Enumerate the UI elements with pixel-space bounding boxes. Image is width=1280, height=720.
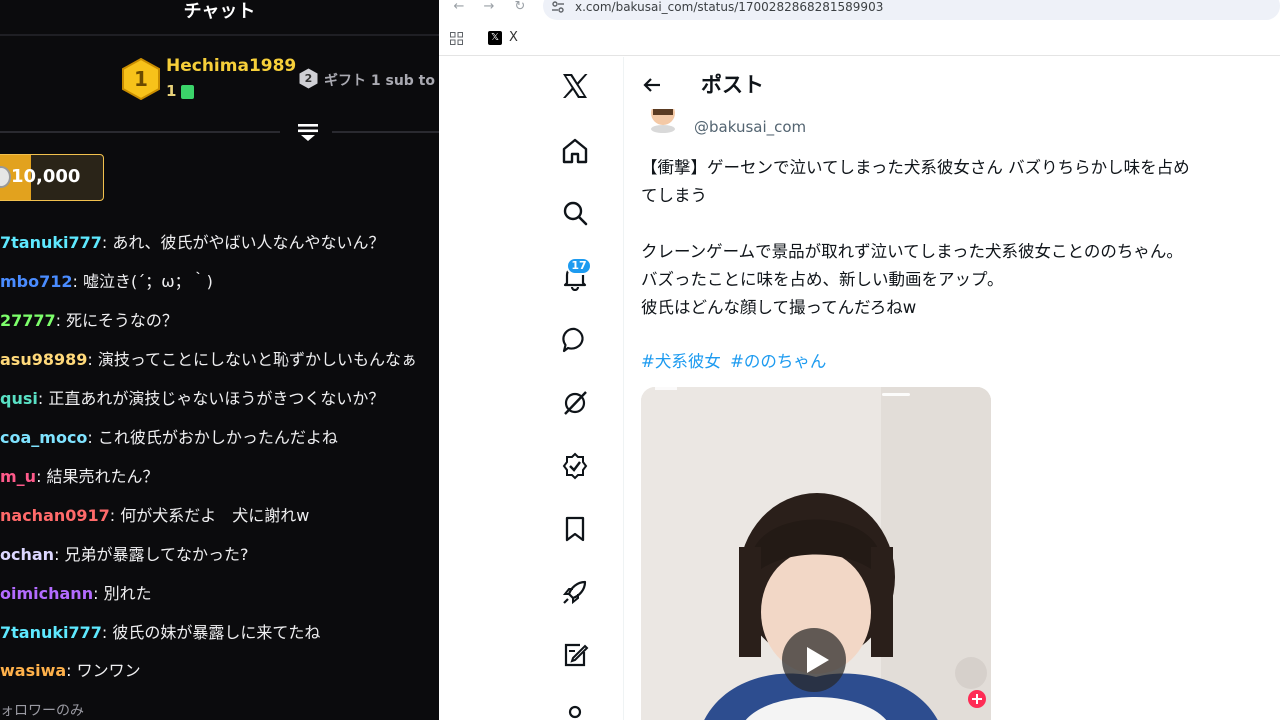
grok-icon[interactable] [560,388,590,418]
home-icon[interactable] [560,136,590,166]
rank-1-number: 1 [134,67,148,91]
chat-message-text: : これ彼氏がおかしかったんだよね [87,428,338,447]
chat-message: coa_moco: これ彼氏がおかしかったんだよね [0,424,338,448]
rank-2-number: 2 [304,72,313,85]
address-bar-row: ← → ↻ x.com/bakusai_com/status/170028286… [439,0,1280,20]
post-body-line: バズったことに味を占め、新しい動画をアップ。 [641,270,1004,289]
chat-message-text: : 結果売れたん？ [36,467,159,486]
pinned-coin-badge[interactable]: 10,000 [0,154,104,201]
site-settings-icon[interactable] [551,0,565,14]
tab-x[interactable]: X [509,30,518,45]
hashtags: #犬系彼女 #ののちゃん [641,348,830,372]
chat-username[interactable]: wasiwa [0,661,66,680]
coin-value: 10,000 [11,166,81,187]
rocket-icon[interactable] [560,577,590,607]
forward-nav-icon[interactable]: → [480,0,498,16]
divider [0,34,439,36]
hashtag-link[interactable]: #ののちゃん [730,352,826,371]
tab-strip: 𝕏 X [439,20,1280,56]
chat-message: 7tanuki777: 彼氏の妹が暴露しに来てたね [0,619,320,643]
chat-message-text: : あれ、彼氏がやばい人なんやないん？ [101,233,385,252]
play-button[interactable] [782,628,846,692]
gift-sub-text: ギフト 1 sub to t [324,73,439,89]
notification-count-badge: 17 [566,257,592,275]
divider [0,131,280,133]
chat-message-text: : ワンワン [66,661,141,680]
apps-grid-icon[interactable] [450,32,463,45]
chat-username[interactable]: m_u [0,467,36,486]
chat-message: 27777: 死にそうなの？ [0,307,178,331]
chat-message-text: : 何が犬系だよ 犬に謝れw [109,506,310,525]
chat-username[interactable]: coa_moco [0,428,87,447]
chat-message-text: : 死にそうなの？ [55,311,178,330]
post-column: ポスト @bakusai_com 【衝撃】ゲーセンで泣いてしまった犬系彼女さん … [625,57,1280,720]
chat-message-text: : 彼氏の妹が暴露しに来てたね [101,623,321,642]
browser-window: ← → ↻ x.com/bakusai_com/status/170028286… [439,0,1280,720]
post-title: 【衝撃】ゲーセンで泣いてしまった犬系彼女さん バズりちらかし味を占め てしまう [641,154,1261,210]
back-nav-icon[interactable]: ← [450,0,468,16]
chat-username[interactable]: mbo712 [0,272,73,291]
compose-icon[interactable] [560,640,590,670]
search-icon[interactable] [560,198,590,228]
followers-only-notice: ォロワーのみ [0,703,84,719]
leader-username[interactable]: Hechima1989 [166,56,296,76]
profile-icon[interactable] [560,702,590,720]
chat-username[interactable]: nachan0917 [0,506,110,525]
x-sidebar: 17 [439,57,624,720]
x-logo-icon[interactable] [560,71,590,101]
gift-icon [181,85,194,99]
verified-icon[interactable] [560,451,590,481]
video-player[interactable] [641,387,991,720]
chat-message: asu98989: 演技ってことにしないと恥ずかしいもんなぁ [0,346,417,370]
chat-username[interactable]: ochan [0,545,54,564]
url-text[interactable]: x.com/bakusai_com/status/170028286828158… [575,0,883,14]
reload-icon[interactable]: ↻ [511,0,529,16]
page-title: ポスト [701,73,764,97]
chat-username[interactable]: 27777 [0,311,56,330]
chat-username[interactable]: qusi [0,389,38,408]
message-icon[interactable] [560,325,590,355]
leader-gift-count: 1 [166,82,177,100]
author-handle[interactable]: @bakusai_com [694,118,806,136]
post-body-line: 彼氏はどんな顔して撮ってんだろねw [641,298,917,317]
chat-message-text: : 別れた [93,584,152,603]
avatar[interactable] [649,109,677,133]
chat-message: mbo712: 嘘泣き(´；ω；｀) [0,268,213,292]
chat-message: m_u: 結果売れたん？ [0,463,159,487]
chat-message: ochan: 兄弟が暴露してなかった? [0,541,249,565]
chat-message: qusi: 正直あれが演技じゃないほうがきつくないか？ [0,385,384,409]
chat-username[interactable]: asu98989 [0,350,87,369]
chat-message-text: : 嘘泣き(´；ω；｀) [72,272,213,291]
chat-message: wasiwa: ワンワン [0,657,141,681]
post-body-line: クレーンゲームで景品が取れず泣いてしまった犬系彼女ことののちゃん。 [641,242,1183,261]
hashtag-link[interactable]: #犬系彼女 [641,352,721,371]
chat-panel: チャット 1 Hechima1989 1 2 ギフト 1 sub to t 10… [0,0,439,720]
post-title-line: てしまう [641,186,707,205]
post-title-line: 【衝撃】ゲーセンで泣いてしまった犬系彼女さん バズりちらかし味を占め [641,158,1190,177]
chat-username[interactable]: oimichann [0,584,93,603]
chat-message: oimichann: 別れた [0,580,152,604]
bookmark-icon[interactable] [560,514,590,544]
chat-message: nachan0917: 何が犬系だよ 犬に謝れw [0,502,309,526]
chat-message-text: : 正直あれが演技じゃないほうがきつくないか？ [37,389,385,408]
chat-title: チャット [183,1,256,22]
chat-message-text: : 兄弟が暴露してなかった? [54,545,249,564]
x-favicon-icon: 𝕏 [488,31,502,45]
back-arrow-icon[interactable] [642,75,662,95]
chat-message-text: : 演技ってことにしないと恥ずかしいもんなぁ [87,350,418,369]
play-icon [807,647,829,673]
chat-username[interactable]: 7tanuki777 [0,623,102,642]
divider [332,131,439,133]
chat-message: 7tanuki777: あれ、彼氏がやばい人なんやないん？ [0,229,385,253]
post-header: ポスト [625,57,1280,110]
chat-username[interactable]: 7tanuki777 [0,233,102,252]
collapse-leaderboard-icon[interactable] [297,122,319,142]
